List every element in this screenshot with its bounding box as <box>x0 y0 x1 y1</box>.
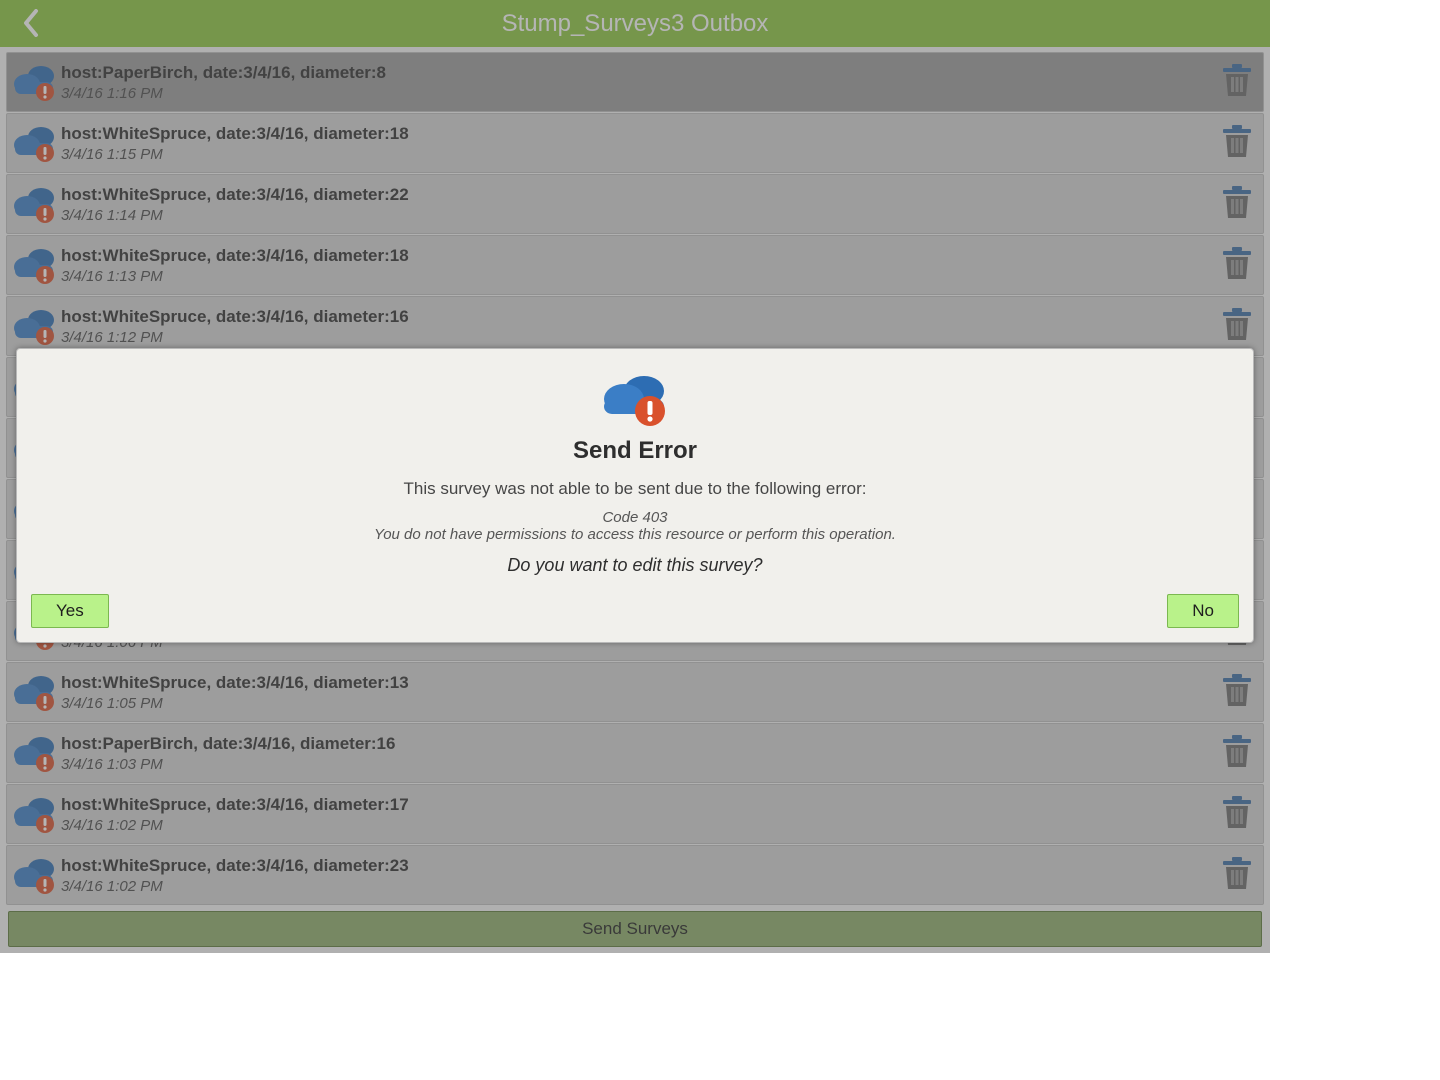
dialog-question: Do you want to edit this survey? <box>507 555 762 576</box>
cloud-error-icon <box>600 367 670 427</box>
app-root: Stump_Surveys3 Outbox host:PaperBirch, d… <box>0 0 1270 953</box>
yes-button[interactable]: Yes <box>31 594 109 628</box>
dialog-button-row: Yes No <box>31 594 1239 628</box>
no-button[interactable]: No <box>1167 594 1239 628</box>
dialog-error-code: Code 403 <box>602 509 667 526</box>
dialog-message: This survey was not able to be sent due … <box>403 479 866 499</box>
send-error-dialog: Send Error This survey was not able to b… <box>16 348 1254 643</box>
dialog-error-detail: You do not have permissions to access th… <box>374 526 896 543</box>
dialog-title: Send Error <box>573 437 697 465</box>
